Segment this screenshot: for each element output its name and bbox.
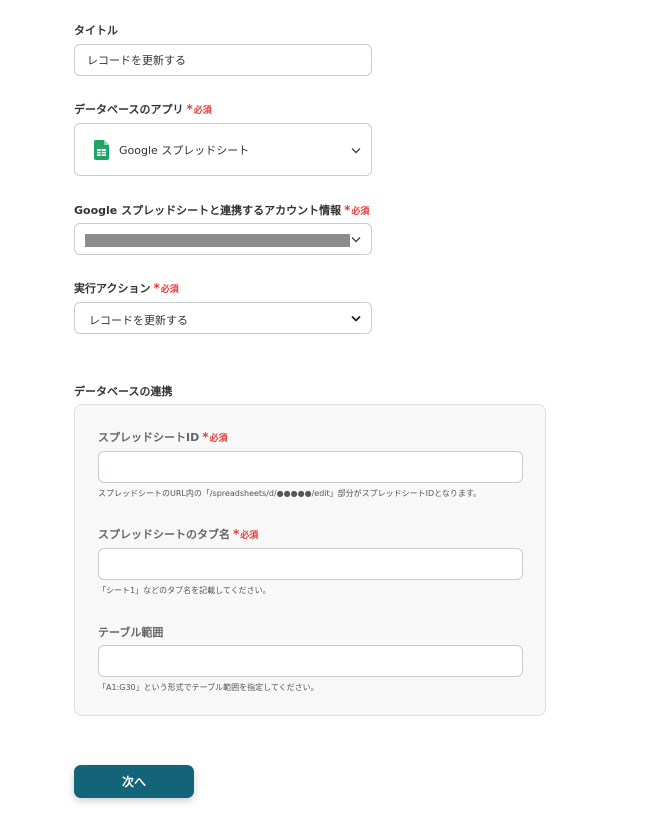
action-label-text: 実行アクション bbox=[74, 282, 151, 295]
table-range-input[interactable] bbox=[99, 646, 522, 676]
title-label: タイトル bbox=[74, 24, 118, 37]
database-link-panel: スプレッドシートID *必須 スプレッドシートのURL内の「/spreadshee… bbox=[74, 404, 546, 716]
account-select[interactable] bbox=[74, 223, 372, 255]
database-link-section-label: データベースの連携 bbox=[74, 385, 173, 398]
tab-name-input[interactable] bbox=[99, 549, 522, 579]
sheet-id-field[interactable] bbox=[98, 451, 523, 483]
required-star-icon: * bbox=[202, 430, 209, 444]
tab-name-label: スプレッドシートのタブ名 *必須 bbox=[98, 526, 258, 542]
required-star-icon: * bbox=[344, 203, 351, 217]
redacted-account-value bbox=[85, 234, 350, 247]
required-text: 必須 bbox=[240, 531, 259, 541]
required-badge: *必須 bbox=[344, 203, 370, 217]
sheet-id-input[interactable] bbox=[99, 452, 522, 482]
tab-name-hint: 「シート1」などのタブ名を記載してください。 bbox=[98, 586, 271, 595]
required-star-icon: * bbox=[233, 527, 240, 541]
required-star-icon: * bbox=[186, 102, 193, 116]
required-text: 必須 bbox=[193, 106, 212, 116]
required-text: 必須 bbox=[160, 285, 179, 295]
chevron-down-icon bbox=[351, 143, 361, 156]
account-label-text: Google スプレッドシートと連携するアカウント情報 bbox=[74, 204, 342, 217]
title-field[interactable] bbox=[74, 44, 372, 76]
table-range-label: テーブル範囲 bbox=[98, 626, 164, 639]
required-star-icon: * bbox=[153, 281, 160, 295]
required-text: 必須 bbox=[351, 207, 370, 217]
next-button[interactable]: 次へ bbox=[74, 765, 194, 798]
required-badge: *必須 bbox=[186, 102, 212, 116]
google-sheets-icon bbox=[94, 140, 109, 163]
account-label: Google スプレッドシートと連携するアカウント情報 *必須 bbox=[74, 202, 369, 218]
database-app-select[interactable]: Google スプレッドシート bbox=[74, 123, 372, 176]
required-badge: *必須 bbox=[202, 430, 228, 444]
required-badge: *必須 bbox=[153, 281, 179, 295]
required-badge: *必須 bbox=[233, 527, 259, 541]
action-selected-value: レコードを更新する bbox=[89, 314, 188, 327]
required-text: 必須 bbox=[209, 434, 228, 444]
tab-name-field[interactable] bbox=[98, 548, 523, 580]
sheet-id-label: スプレッドシートID *必須 bbox=[98, 429, 228, 445]
table-range-field[interactable] bbox=[98, 645, 523, 677]
action-select[interactable]: レコードを更新する bbox=[74, 302, 372, 334]
chevron-down-icon bbox=[351, 312, 361, 325]
database-app-label: データベースのアプリ *必須 bbox=[74, 101, 212, 117]
sheet-id-hint: スプレッドシートのURL内の「/spreadsheets/d/●●●●●/edi… bbox=[98, 489, 482, 498]
title-input[interactable] bbox=[75, 45, 371, 75]
chevron-down-icon bbox=[351, 233, 361, 246]
table-range-hint: 「A1:G30」という形式でテーブル範囲を指定してください。 bbox=[98, 683, 319, 692]
action-label: 実行アクション *必須 bbox=[74, 280, 179, 296]
database-app-label-text: データベースのアプリ bbox=[74, 103, 184, 116]
selected-app-name: Google スプレッドシート bbox=[119, 144, 250, 157]
tab-name-label-text: スプレッドシートのタブ名 bbox=[98, 528, 230, 541]
sheet-id-label-text: スプレッドシートID bbox=[98, 431, 200, 444]
